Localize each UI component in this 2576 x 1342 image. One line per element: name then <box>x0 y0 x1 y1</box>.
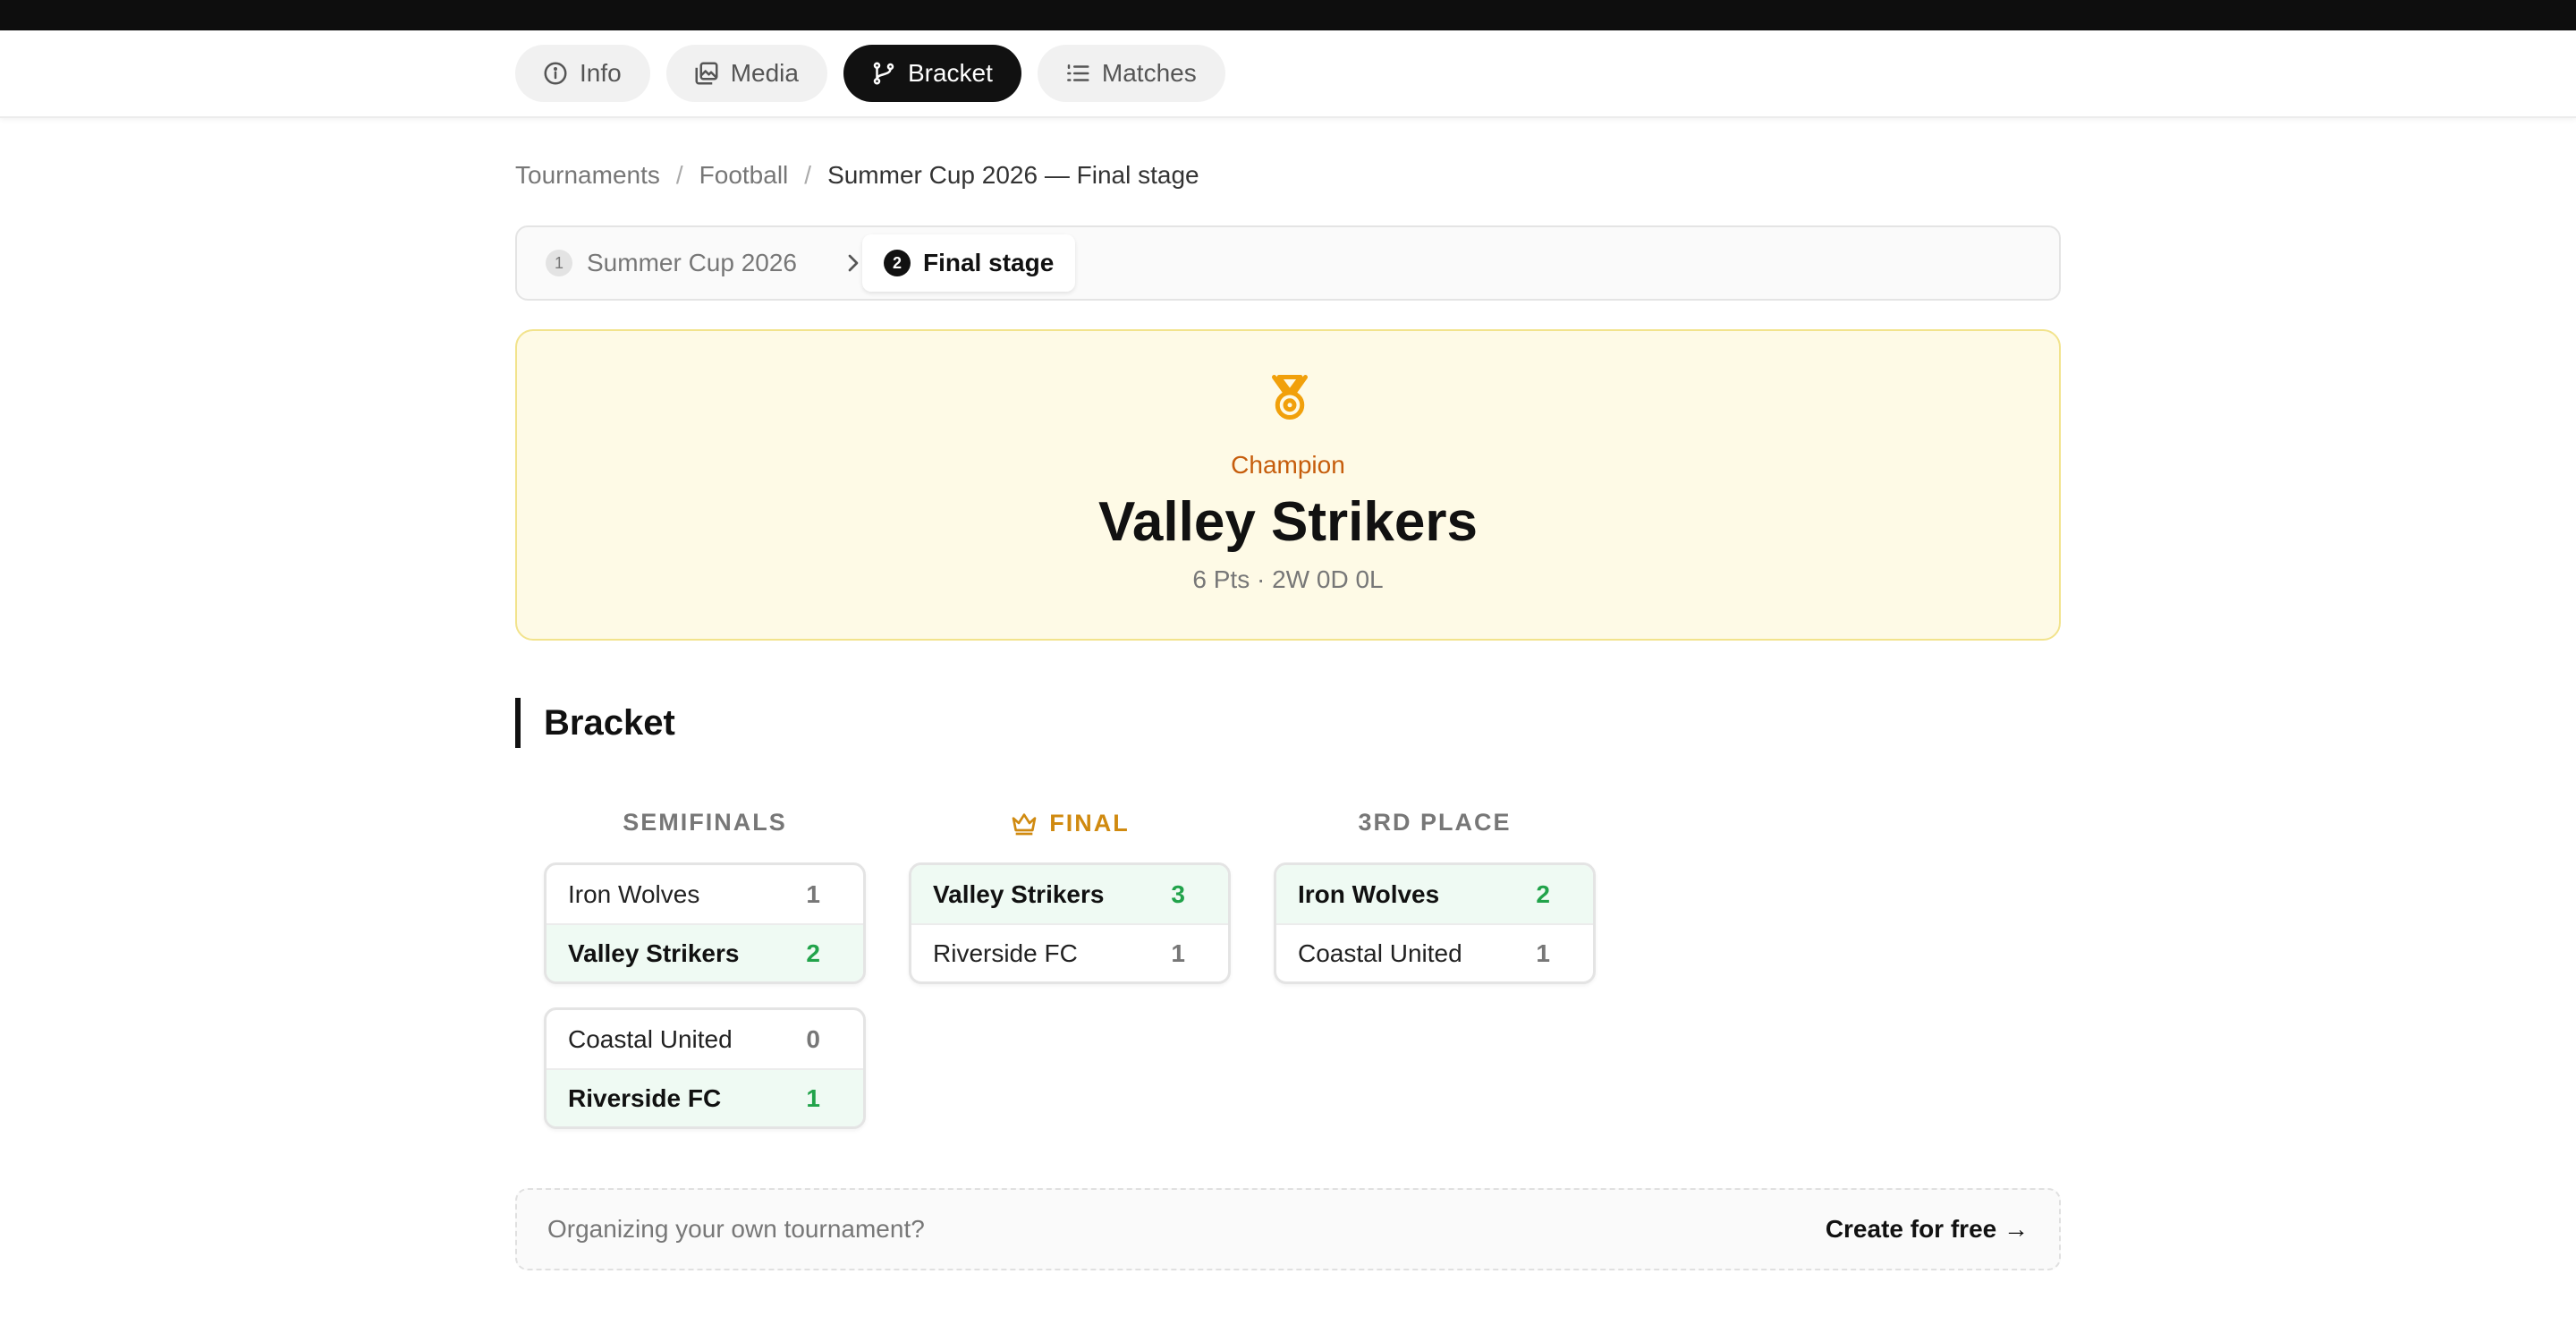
step-label: Summer Cup 2026 <box>587 249 798 276</box>
tab-list: Info Media Bracket Matches <box>515 45 1225 102</box>
breadcrumb-current: Summer Cup 2026 — Final stage <box>827 161 1199 189</box>
team-row: Riverside FC 1 <box>911 923 1228 981</box>
team-score: 1 <box>1171 939 1185 967</box>
champion-stats: 6 Pts · 2W 0D 0L <box>1192 565 1384 593</box>
top-bar <box>0 0 2576 30</box>
step-summer-cup[interactable]: 1 Summer Cup 2026 <box>546 227 797 299</box>
team-score: 3 <box>1171 879 1185 908</box>
nav-bar: Info Media Bracket Matches <box>0 30 2576 118</box>
team-row-winner: Valley Strikers 2 <box>547 923 863 981</box>
tab-info-label: Info <box>580 59 622 87</box>
breadcrumb-tournaments[interactable]: Tournaments <box>515 161 660 190</box>
team-score: 0 <box>806 1024 820 1053</box>
tab-media-label: Media <box>730 59 799 87</box>
step-final-stage[interactable]: 2 Final stage <box>862 234 1076 292</box>
tab-media[interactable]: Media <box>665 45 827 102</box>
team-name: Iron Wolves <box>568 879 700 908</box>
cta-banner: Organizing your own tournament? Create f… <box>515 1188 2061 1270</box>
media-icon <box>695 62 718 85</box>
team-name: Riverside FC <box>568 1083 722 1112</box>
team-name: Iron Wolves <box>1298 879 1440 908</box>
champion-label: Champion <box>1231 451 1345 479</box>
tab-matches[interactable]: Matches <box>1037 45 1225 102</box>
final-header: FINAL <box>909 809 1231 837</box>
third-place-header-label: 3RD PLACE <box>1358 809 1512 836</box>
team-score: 2 <box>1536 879 1550 908</box>
match-card-semifinal-2[interactable]: Coastal United 0 Riverside FC 1 <box>544 1007 866 1129</box>
team-score: 1 <box>806 879 820 908</box>
team-score: 1 <box>1536 939 1550 967</box>
champion-name: Valley Strikers <box>1098 491 1478 553</box>
tab-matches-label: Matches <box>1101 59 1197 87</box>
list-icon <box>1067 64 1089 81</box>
team-row-winner: Riverside FC 1 <box>547 1068 863 1126</box>
team-name: Coastal United <box>568 1024 733 1053</box>
tab-info[interactable]: Info <box>515 45 650 102</box>
semifinals-header-label: SEMIFINALS <box>623 809 787 836</box>
team-score: 2 <box>806 939 820 967</box>
bracket-heading: Bracket <box>515 698 675 748</box>
match-card-third-place[interactable]: Iron Wolves 2 Coastal United 1 <box>1274 862 1596 984</box>
team-row: Coastal United 0 <box>547 1010 863 1068</box>
final-header-label: FINAL <box>1049 809 1130 837</box>
step-label: Final stage <box>923 249 1055 276</box>
stage-stepper: 1 Summer Cup 2026 2 Final stage <box>515 225 2061 301</box>
step-number: 2 <box>884 250 911 276</box>
champion-card: Champion Valley Strikers 6 Pts · 2W 0D 0… <box>515 329 2061 641</box>
match-card-semifinal-1[interactable]: Iron Wolves 1 Valley Strikers 2 <box>544 862 866 984</box>
medal-icon <box>1272 375 1308 420</box>
crown-icon <box>1012 813 1037 836</box>
team-score: 1 <box>806 1083 820 1112</box>
team-name: Valley Strikers <box>933 879 1105 908</box>
step-number: 1 <box>546 250 572 276</box>
tab-bracket-label: Bracket <box>907 59 993 87</box>
team-name: Coastal United <box>1298 939 1462 967</box>
cta-text: Organizing your own tournament? <box>547 1215 925 1243</box>
bracket-icon <box>873 62 894 85</box>
third-place-header: 3RD PLACE <box>1274 809 1596 837</box>
team-row: Coastal United 1 <box>1276 923 1593 981</box>
semifinals-header: SEMIFINALS <box>544 809 866 837</box>
team-name: Riverside FC <box>933 939 1078 967</box>
team-name: Valley Strikers <box>568 939 740 967</box>
match-card-final[interactable]: Valley Strikers 3 Riverside FC 1 <box>909 862 1231 984</box>
breadcrumb-separator: / <box>675 161 683 189</box>
breadcrumb-football[interactable]: Football <box>699 161 789 190</box>
info-icon <box>544 62 567 85</box>
team-row: Iron Wolves 1 <box>547 865 863 923</box>
team-row-winner: Iron Wolves 2 <box>1276 865 1593 923</box>
breadcrumb-separator: / <box>804 161 812 189</box>
create-for-free-link[interactable]: Create for free → <box>1826 1215 2029 1244</box>
breadcrumb: Tournaments / Football / Summer Cup 2026… <box>515 161 1199 190</box>
tab-bracket[interactable]: Bracket <box>843 45 1021 102</box>
team-row-winner: Valley Strikers 3 <box>911 865 1228 923</box>
